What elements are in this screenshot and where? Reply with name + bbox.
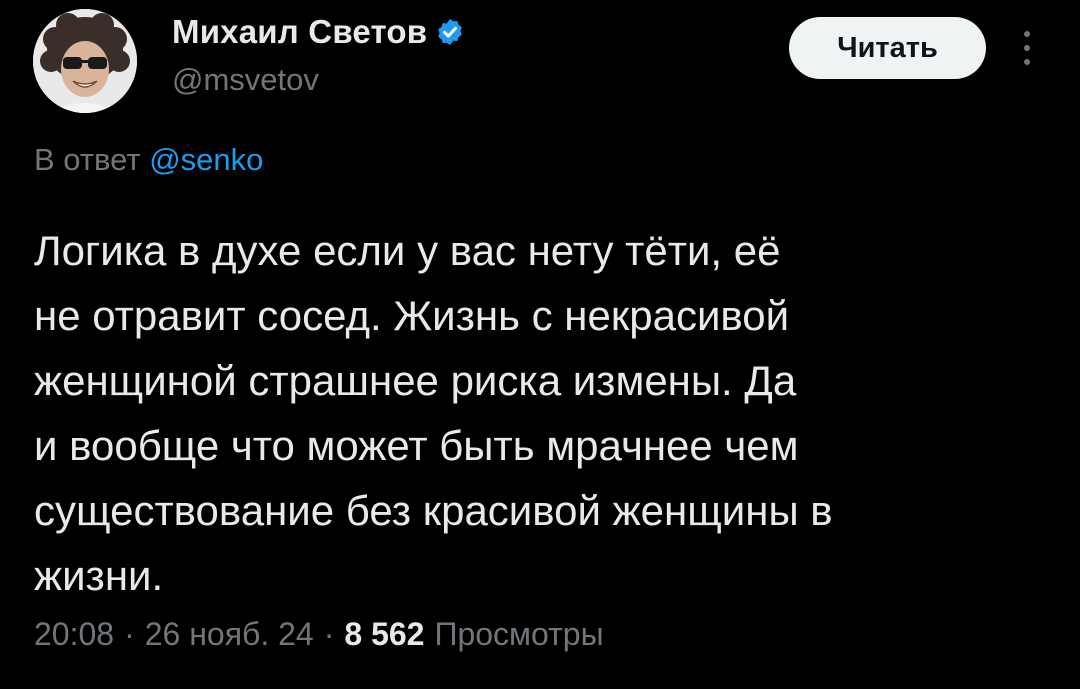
more-dot: [1024, 31, 1030, 37]
meta-separator: ·: [124, 616, 135, 652]
reply-prefix: В ответ: [34, 142, 141, 177]
tweet-header: Михаил Светов @msvetov Читать: [0, 0, 1080, 120]
tweet-text-line: женщиной страшнее риска измены. Да: [34, 357, 797, 404]
views-count: 8 562: [344, 616, 425, 652]
tweet-body: Логика в духе если у вас нету тёти, её н…: [34, 218, 1034, 608]
author-name-row: Михаил Светов: [172, 12, 465, 52]
follow-button[interactable]: Читать: [789, 17, 986, 79]
views-label: Просмотры: [434, 616, 604, 652]
tweet-text-line: существование без красивой женщины в: [34, 487, 833, 534]
reply-context: В ответ @senko: [34, 142, 263, 178]
more-vertical-icon[interactable]: [1012, 28, 1042, 68]
reply-to-link[interactable]: @senko: [149, 142, 263, 177]
author-handle[interactable]: @msvetov: [172, 62, 319, 98]
avatar-photo: [33, 9, 137, 113]
tweet-text-line: Логика в духе если у вас нету тёти, её: [34, 227, 781, 274]
more-dot: [1024, 59, 1030, 65]
tweet-text-line: не отравит сосед. Жизнь с некрасивой: [34, 292, 790, 339]
author-display-name[interactable]: Михаил Светов: [172, 13, 427, 51]
tweet-date[interactable]: 26 нояб. 24: [145, 616, 314, 653]
tweet-meta: 20:08 · 26 нояб. 24 · 8 562 Просмотры: [34, 616, 604, 653]
meta-separator: ·: [323, 616, 335, 652]
more-dot: [1024, 45, 1030, 51]
tweet: Михаил Светов @msvetov Читать В ответ @s…: [0, 0, 1080, 689]
tweet-time[interactable]: 20:08: [34, 616, 114, 653]
avatar[interactable]: [33, 9, 137, 113]
tweet-text-line: жизни.: [34, 552, 164, 599]
tweet-text-line: и вообще что может быть мрачнее чем: [34, 422, 799, 469]
verified-badge-icon: [435, 17, 465, 47]
